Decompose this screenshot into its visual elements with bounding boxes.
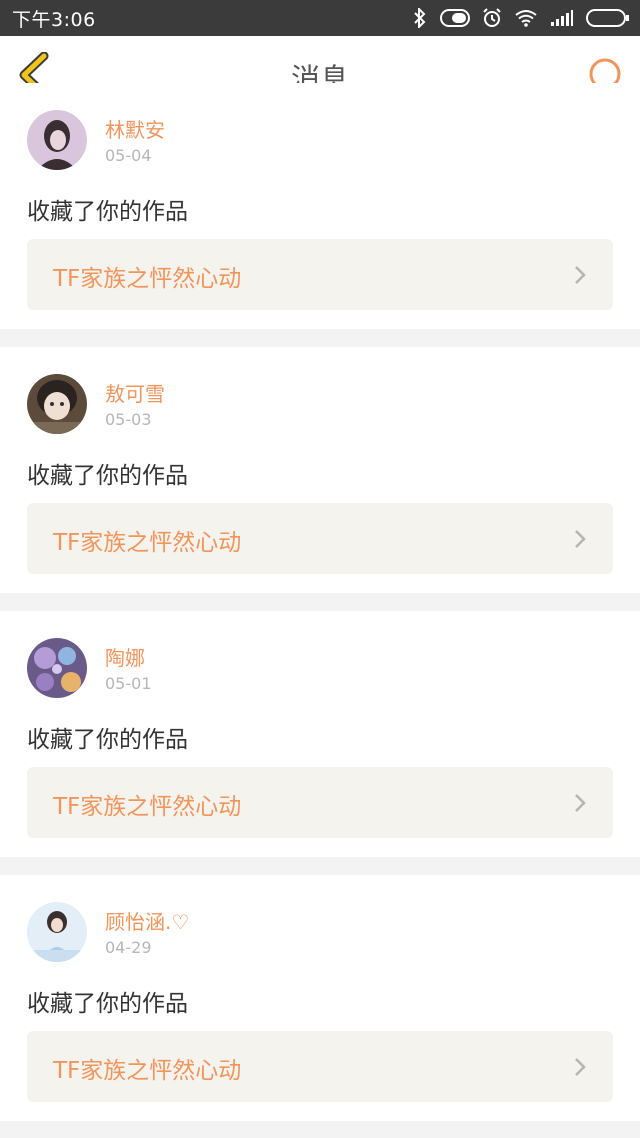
action-text: 收藏了你的作品 xyxy=(27,727,188,753)
work-link[interactable]: TF家族之怦然心动 xyxy=(27,767,613,838)
bluetooth-icon xyxy=(414,8,426,28)
toggle-icon xyxy=(440,9,470,27)
signal-icon xyxy=(551,10,573,26)
user-name[interactable]: 顾怡涵.♡ xyxy=(105,906,189,935)
work-link[interactable]: TF家族之怦然心动 xyxy=(27,1031,613,1102)
message-card: 敖可雪 05-03 收藏了你的作品 TF家族之怦然心动 xyxy=(0,347,640,593)
work-title: TF家族之怦然心动 xyxy=(53,1058,242,1084)
post-date: 05-03 xyxy=(105,410,152,429)
wifi-icon xyxy=(515,10,537,27)
action-text: 收藏了你的作品 xyxy=(27,199,188,225)
status-bar: 下午3:06 xyxy=(0,0,640,36)
avatar[interactable] xyxy=(27,638,87,698)
chevron-right-icon xyxy=(575,1058,586,1076)
avatar[interactable] xyxy=(27,110,87,170)
chevron-right-icon xyxy=(575,794,586,812)
action-text: 收藏了你的作品 xyxy=(27,991,188,1017)
work-link[interactable]: TF家族之怦然心动 xyxy=(27,503,613,574)
message-card: 陶娜 05-01 收藏了你的作品 TF家族之怦然心动 xyxy=(0,611,640,857)
post-date: 04-29 xyxy=(105,938,152,957)
post-date: 05-04 xyxy=(105,146,152,165)
work-title: TF家族之怦然心动 xyxy=(53,266,242,292)
alarm-icon xyxy=(483,8,501,27)
action-text: 收藏了你的作品 xyxy=(27,463,188,489)
status-icons xyxy=(412,8,630,28)
avatar[interactable] xyxy=(27,374,87,434)
user-name[interactable]: 林默安 xyxy=(105,114,165,143)
chevron-right-icon xyxy=(575,266,586,284)
avatar[interactable] xyxy=(27,902,87,962)
chevron-right-icon xyxy=(575,530,586,548)
message-card: 林默安 05-04 收藏了你的作品 TF家族之怦然心动 xyxy=(0,83,640,329)
user-name[interactable]: 陶娜 xyxy=(105,642,145,671)
work-title: TF家族之怦然心动 xyxy=(53,794,242,820)
work-title: TF家族之怦然心动 xyxy=(53,530,242,556)
message-card: 顾怡涵.♡ 04-29 收藏了你的作品 TF家族之怦然心动 xyxy=(0,875,640,1121)
post-date: 05-01 xyxy=(105,674,152,693)
battery-icon xyxy=(586,9,629,27)
user-name[interactable]: 敖可雪 xyxy=(105,378,165,407)
work-link[interactable]: TF家族之怦然心动 xyxy=(27,239,613,310)
status-time: 下午3:06 xyxy=(12,8,96,31)
